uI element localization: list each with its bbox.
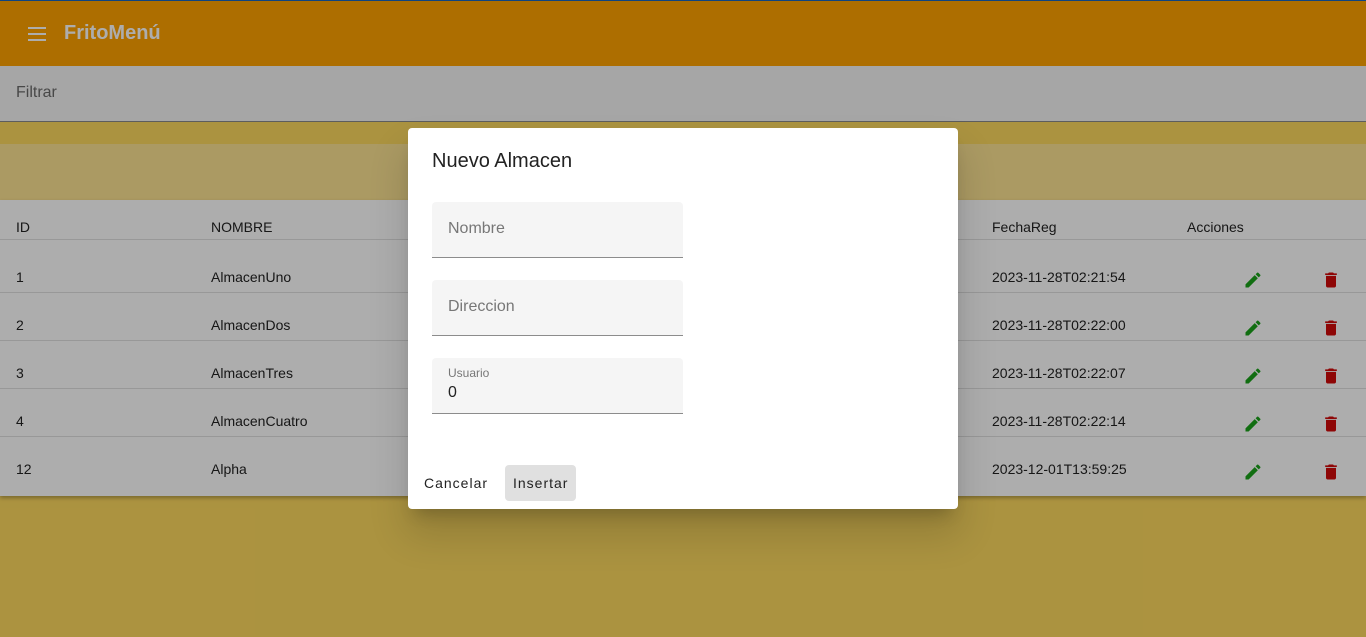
direccion-field[interactable] [432, 280, 683, 336]
direccion-input[interactable] [448, 298, 668, 316]
usuario-label: Usuario [448, 366, 490, 380]
cancel-button[interactable]: Cancelar [416, 465, 496, 501]
nuevo-almacen-dialog: Nuevo Almacen Usuario Cancelar Insertar [408, 128, 958, 509]
nombre-input[interactable] [448, 220, 668, 238]
usuario-input[interactable] [448, 384, 668, 402]
dialog-title: Nuevo Almacen [432, 150, 573, 172]
insert-button[interactable]: Insertar [505, 465, 577, 501]
usuario-field[interactable]: Usuario [432, 358, 683, 414]
nombre-field[interactable] [432, 202, 683, 258]
